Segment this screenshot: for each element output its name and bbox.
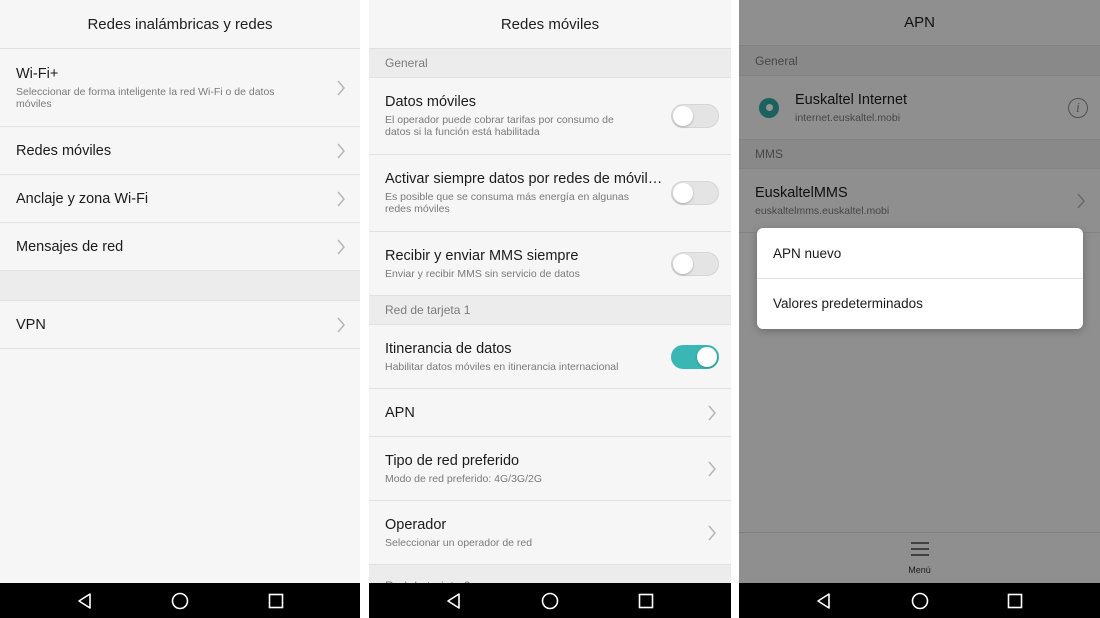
item-subtitle: Habilitar datos móviles en itinerancia i…	[385, 360, 619, 373]
recents-icon[interactable]	[1004, 590, 1026, 612]
item-subtitle: Seleccionar un operador de red	[385, 536, 533, 549]
navigation-bar	[369, 583, 731, 618]
item-subtitle: El operador puede cobrar tarifas por con…	[385, 114, 614, 138]
item-title: APN	[385, 404, 415, 421]
recents-icon[interactable]	[635, 590, 657, 612]
page-title: Redes móviles	[369, 0, 731, 49]
back-icon[interactable]	[813, 590, 835, 612]
toggle-knob	[673, 106, 693, 126]
back-icon[interactable]	[443, 590, 465, 612]
mms-always-toggle[interactable]	[671, 251, 719, 276]
home-icon[interactable]	[169, 590, 191, 612]
item-title: VPN	[16, 316, 46, 333]
chevron-right-icon	[707, 461, 717, 477]
chevron-right-icon	[336, 143, 346, 159]
mobile-data-toggle[interactable]	[671, 104, 719, 128]
settings-item-mobile-data[interactable]: Datos móviles El operador puede cobrar t…	[369, 78, 731, 155]
panel-wireless-networks: Redes inalámbricas y redes Wi-Fi+ Selecc…	[0, 0, 360, 618]
toggle-knob	[673, 183, 693, 203]
item-title: Redes móviles	[16, 142, 112, 159]
item-title: Itinerancia de datos	[385, 340, 512, 357]
item-title: Mensajes de red	[16, 238, 124, 255]
chevron-right-icon	[707, 405, 717, 421]
item-title: Recibir y enviar MMS siempre	[385, 247, 579, 264]
navigation-bar	[739, 583, 1100, 618]
item-title: Tipo de red preferido	[385, 452, 520, 469]
settings-item-wifi-plus[interactable]: Wi-Fi+ Seleccionar de forma inteligente …	[0, 49, 360, 127]
toggle-knob	[673, 253, 693, 274]
home-icon[interactable]	[909, 590, 931, 612]
item-title: Anclaje y zona Wi-Fi	[16, 190, 149, 207]
settings-item-apn[interactable]: APN	[369, 389, 731, 437]
settings-item-data-roaming[interactable]: Itinerancia de datos Habilitar datos móv…	[369, 325, 731, 389]
settings-item-always-on-data[interactable]: Activar siempre datos por redes de móvil…	[369, 155, 731, 232]
settings-item-mobile-networks[interactable]: Redes móviles	[0, 127, 360, 175]
settings-item-tethering[interactable]: Anclaje y zona Wi-Fi	[0, 175, 360, 223]
item-title: Wi-Fi+	[16, 65, 59, 82]
navigation-bar	[0, 583, 360, 618]
settings-item-network-messages[interactable]: Mensajes de red	[0, 223, 360, 271]
toggle-knob	[697, 346, 717, 367]
page-title: Redes inalámbricas y redes	[0, 0, 360, 49]
settings-item-vpn[interactable]: VPN	[0, 301, 360, 349]
chevron-right-icon	[336, 80, 346, 96]
item-subtitle: Modo de red preferido: 4G/3G/2G	[385, 472, 543, 485]
option-new-apn[interactable]: APN nuevo	[757, 228, 1083, 278]
item-subtitle: Seleccionar de forma inteligente la red …	[16, 85, 275, 110]
chevron-right-icon	[336, 239, 346, 255]
back-icon[interactable]	[74, 590, 96, 612]
item-subtitle: Enviar y recibir MMS sin servicio de dat…	[385, 267, 580, 280]
chevron-right-icon	[336, 317, 346, 333]
item-subtitle: Es posible que se consuma más energía en…	[385, 191, 629, 215]
chevron-right-icon	[707, 525, 717, 541]
item-title: Operador	[385, 516, 447, 533]
panel-apn: APN General Euskaltel Internet internet.…	[739, 0, 1100, 618]
always-on-data-toggle[interactable]	[671, 181, 719, 205]
panel-mobile-networks: Redes móviles General Datos móviles El o…	[369, 0, 731, 618]
section-gap	[0, 271, 360, 301]
options-dialog: APN nuevo Valores predeterminados	[757, 228, 1083, 329]
item-title: Activar siempre datos por redes de móvil…	[385, 171, 663, 187]
settings-item-mms-always[interactable]: Recibir y enviar MMS siempre Enviar y re…	[369, 232, 731, 296]
settings-item-operator[interactable]: Operador Seleccionar un operador de red	[369, 501, 731, 565]
item-title: Datos móviles	[385, 94, 477, 110]
recents-icon[interactable]	[265, 590, 287, 612]
data-roaming-toggle[interactable]	[671, 344, 719, 369]
section-header-sim1: Red de tarjeta 1	[369, 296, 731, 325]
settings-item-preferred-network[interactable]: Tipo de red preferido Modo de red prefer…	[369, 437, 731, 501]
chevron-right-icon	[336, 191, 346, 207]
option-reset-defaults[interactable]: Valores predeterminados	[757, 278, 1083, 328]
section-header-general: General	[369, 49, 731, 78]
home-icon[interactable]	[539, 590, 561, 612]
